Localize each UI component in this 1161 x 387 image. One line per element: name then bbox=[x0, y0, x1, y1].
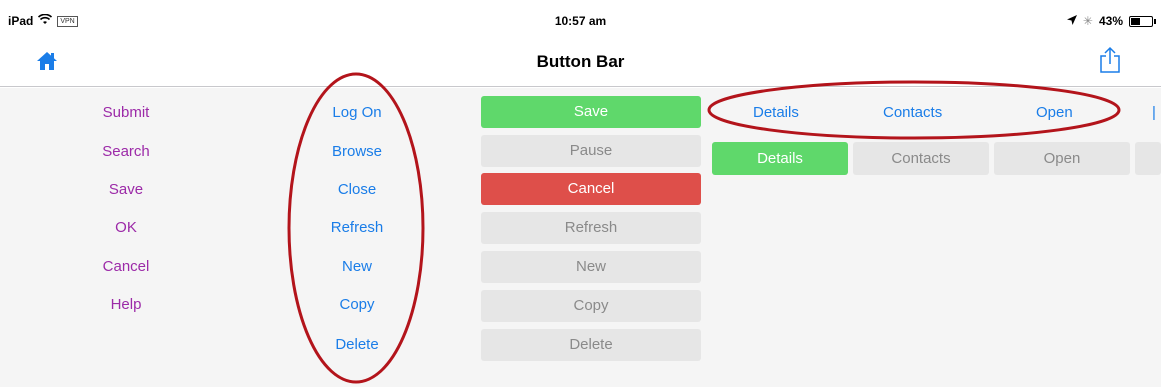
refresh-box-button[interactable]: Refresh bbox=[481, 212, 701, 244]
tab-open-text[interactable]: Open bbox=[1036, 104, 1073, 121]
clock: 10:57 am bbox=[554, 14, 607, 28]
submit-button[interactable]: Submit bbox=[16, 104, 236, 121]
refresh-button[interactable]: Refresh bbox=[247, 219, 467, 236]
cancel-box-button[interactable]: Cancel bbox=[481, 173, 701, 205]
search-button[interactable]: Search bbox=[16, 143, 236, 160]
status-bar: iPad VPN 10:57 am ✳ 43% bbox=[0, 0, 1161, 38]
status-right: ✳ 43% bbox=[1066, 14, 1156, 28]
ok-button[interactable]: OK bbox=[16, 219, 236, 236]
battery-percent: 43% bbox=[1098, 14, 1123, 28]
page-title: Button Bar bbox=[536, 52, 625, 71]
battery-fill bbox=[1131, 17, 1141, 25]
tab-contacts-box[interactable]: Contacts bbox=[853, 142, 989, 175]
delete-box-button[interactable]: Delete bbox=[481, 329, 701, 361]
navigation-bar: Button Bar bbox=[0, 38, 1161, 86]
new-box-button[interactable]: New bbox=[481, 251, 701, 283]
battery-icon bbox=[1129, 15, 1156, 27]
share-icon[interactable] bbox=[1099, 46, 1121, 74]
bluetooth-icon: ✳ bbox=[1082, 14, 1093, 28]
tab-overflow-text[interactable]: | bbox=[1152, 104, 1156, 121]
tab-details-text[interactable]: Details bbox=[753, 104, 799, 121]
tab-overflow-box[interactable] bbox=[1135, 142, 1161, 175]
save-box-button[interactable]: Save bbox=[481, 96, 701, 128]
close-button[interactable]: Close bbox=[247, 181, 467, 198]
log-on-button[interactable]: Log On bbox=[247, 104, 467, 121]
tab-details-box[interactable]: Details bbox=[712, 142, 848, 175]
pause-box-button[interactable]: Pause bbox=[481, 135, 701, 167]
browse-button[interactable]: Browse bbox=[247, 143, 467, 160]
cancel-button[interactable]: Cancel bbox=[16, 258, 236, 275]
location-arrow-icon bbox=[1066, 14, 1077, 28]
new-button[interactable]: New bbox=[247, 258, 467, 275]
delete-button[interactable]: Delete bbox=[247, 336, 467, 353]
help-button[interactable]: Help bbox=[16, 296, 236, 313]
tab-open-box[interactable]: Open bbox=[994, 142, 1130, 175]
copy-box-button[interactable]: Copy bbox=[481, 290, 701, 322]
tab-contacts-text[interactable]: Contacts bbox=[883, 104, 942, 121]
content-area: Submit Search Save OK Cancel Help Log On… bbox=[0, 88, 1161, 387]
navbar-divider bbox=[0, 86, 1161, 87]
copy-button[interactable]: Copy bbox=[247, 296, 467, 313]
save-button[interactable]: Save bbox=[16, 181, 236, 198]
